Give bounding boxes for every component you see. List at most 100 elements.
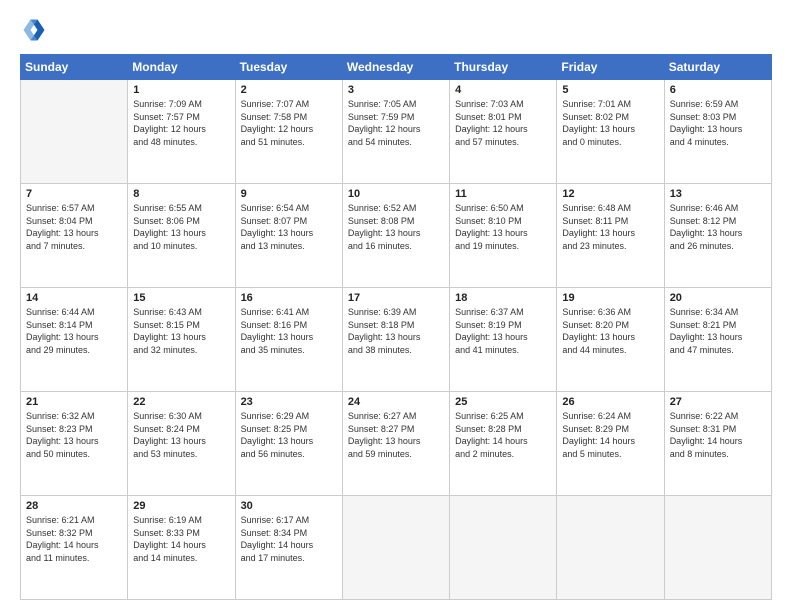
calendar-cell: 6 Sunrise: 6:59 AMSunset: 8:03 PMDaylight…: [664, 80, 771, 184]
calendar-cell: [21, 80, 128, 184]
calendar-cell: 15 Sunrise: 6:43 AMSunset: 8:15 PMDayligh…: [128, 288, 235, 392]
calendar-cell: 2Sunrise: 7:07 AMSunset: 7:58 PMDaylight…: [235, 80, 342, 184]
day-header-thursday: Thursday: [450, 55, 557, 80]
day-header-friday: Friday: [557, 55, 664, 80]
calendar-cell: 24 Sunrise: 6:27 AMSunset: 8:27 PMDayligh…: [342, 392, 449, 496]
calendar-cell: 3Sunrise: 7:05 AMSunset: 7:59 PMDaylight…: [342, 80, 449, 184]
day-info: Sunrise: 6:41 AMSunset: 8:16 PMDaylight:…: [241, 306, 337, 356]
day-number: 23: [241, 396, 337, 408]
day-info: Sunrise: 6:32 AMSunset: 8:23 PMDaylight:…: [26, 410, 122, 460]
day-info: Sunrise: 6:37 AMSunset: 8:19 PMDaylight:…: [455, 306, 551, 356]
calendar-cell: 27Sunrise: 6:22 AMSunset: 8:31 PMDayligh…: [664, 392, 771, 496]
day-info: Sunrise: 6:48 AMSunset: 8:11 PMDaylight:…: [562, 202, 658, 252]
day-info: Sunrise: 6:17 AMSunset: 8:34 PMDaylight:…: [241, 514, 337, 564]
day-header-tuesday: Tuesday: [235, 55, 342, 80]
week-row-3: 14 Sunrise: 6:44 AMSunset: 8:14 PMDayligh…: [21, 288, 772, 392]
day-number: 28: [26, 500, 122, 512]
calendar-cell: 29 Sunrise: 6:19 AMSunset: 8:33 PMDayligh…: [128, 496, 235, 600]
calendar-cell: 28 Sunrise: 6:21 AMSunset: 8:32 PMDayligh…: [21, 496, 128, 600]
day-info: Sunrise: 6:44 AMSunset: 8:14 PMDaylight:…: [26, 306, 122, 356]
calendar-cell: 23 Sunrise: 6:29 AMSunset: 8:25 PMDayligh…: [235, 392, 342, 496]
day-info: Sunrise: 6:50 AMSunset: 8:10 PMDaylight:…: [455, 202, 551, 252]
day-number: 11: [455, 188, 551, 200]
calendar-cell: 19Sunrise: 6:36 AMSunset: 8:20 PMDayligh…: [557, 288, 664, 392]
day-number: 16: [241, 292, 337, 304]
day-info: Sunrise: 6:52 AMSunset: 8:08 PMDaylight:…: [348, 202, 444, 252]
calendar-cell: 11 Sunrise: 6:50 AMSunset: 8:10 PMDayligh…: [450, 184, 557, 288]
logo: [20, 16, 52, 44]
calendar-cell: 1Sunrise: 7:09 AMSunset: 7:57 PMDaylight…: [128, 80, 235, 184]
calendar-cell: 5Sunrise: 7:01 AMSunset: 8:02 PMDaylight…: [557, 80, 664, 184]
day-info: Sunrise: 6:46 AMSunset: 8:12 PMDaylight:…: [670, 202, 766, 252]
day-number: 21: [26, 396, 122, 408]
day-number: 5: [562, 84, 658, 96]
logo-icon: [20, 16, 48, 44]
day-number: 30: [241, 500, 337, 512]
week-row-4: 21 Sunrise: 6:32 AMSunset: 8:23 PMDayligh…: [21, 392, 772, 496]
day-header-sunday: Sunday: [21, 55, 128, 80]
calendar-cell: 14 Sunrise: 6:44 AMSunset: 8:14 PMDayligh…: [21, 288, 128, 392]
week-row-2: 7 Sunrise: 6:57 AMSunset: 8:04 PMDaylight…: [21, 184, 772, 288]
day-info: Sunrise: 6:55 AMSunset: 8:06 PMDaylight:…: [133, 202, 229, 252]
day-info: Sunrise: 6:39 AMSunset: 8:18 PMDaylight:…: [348, 306, 444, 356]
calendar-cell: 26Sunrise: 6:24 AMSunset: 8:29 PMDayligh…: [557, 392, 664, 496]
week-row-1: 1Sunrise: 7:09 AMSunset: 7:57 PMDaylight…: [21, 80, 772, 184]
day-info: Sunrise: 6:29 AMSunset: 8:25 PMDaylight:…: [241, 410, 337, 460]
day-number: 2: [241, 84, 337, 96]
calendar-cell: 12 Sunrise: 6:48 AMSunset: 8:11 PMDayligh…: [557, 184, 664, 288]
calendar-cell: 8 Sunrise: 6:55 AMSunset: 8:06 PMDaylight…: [128, 184, 235, 288]
day-number: 12: [562, 188, 658, 200]
day-info: Sunrise: 6:36 AMSunset: 8:20 PMDaylight:…: [562, 306, 658, 356]
calendar-table: SundayMondayTuesdayWednesdayThursdayFrid…: [20, 54, 772, 600]
day-number: 20: [670, 292, 766, 304]
day-number: 10: [348, 188, 444, 200]
day-info: Sunrise: 6:25 AMSunset: 8:28 PMDaylight:…: [455, 410, 551, 460]
day-number: 7: [26, 188, 122, 200]
day-number: 26: [562, 396, 658, 408]
day-info: Sunrise: 6:27 AMSunset: 8:27 PMDaylight:…: [348, 410, 444, 460]
day-info: Sunrise: 7:03 AMSunset: 8:01 PMDaylight:…: [455, 98, 551, 148]
calendar-cell: [450, 496, 557, 600]
day-header-wednesday: Wednesday: [342, 55, 449, 80]
calendar-cell: 9Sunrise: 6:54 AMSunset: 8:07 PMDaylight…: [235, 184, 342, 288]
day-number: 22: [133, 396, 229, 408]
day-number: 4: [455, 84, 551, 96]
calendar-cell: 21 Sunrise: 6:32 AMSunset: 8:23 PMDayligh…: [21, 392, 128, 496]
day-info: Sunrise: 6:57 AMSunset: 8:04 PMDaylight:…: [26, 202, 122, 252]
week-row-5: 28 Sunrise: 6:21 AMSunset: 8:32 PMDayligh…: [21, 496, 772, 600]
day-number: 6: [670, 84, 766, 96]
day-number: 25: [455, 396, 551, 408]
day-number: 13: [670, 188, 766, 200]
day-info: Sunrise: 6:43 AMSunset: 8:15 PMDaylight:…: [133, 306, 229, 356]
day-number: 3: [348, 84, 444, 96]
day-info: Sunrise: 6:30 AMSunset: 8:24 PMDaylight:…: [133, 410, 229, 460]
calendar-cell: 16 Sunrise: 6:41 AMSunset: 8:16 PMDayligh…: [235, 288, 342, 392]
header: [20, 16, 772, 44]
calendar-cell: 30 Sunrise: 6:17 AMSunset: 8:34 PMDayligh…: [235, 496, 342, 600]
day-header-monday: Monday: [128, 55, 235, 80]
calendar-cell: 17 Sunrise: 6:39 AMSunset: 8:18 PMDayligh…: [342, 288, 449, 392]
page: SundayMondayTuesdayWednesdayThursdayFrid…: [0, 0, 792, 612]
day-number: 14: [26, 292, 122, 304]
day-number: 24: [348, 396, 444, 408]
day-info: Sunrise: 6:54 AMSunset: 8:07 PMDaylight:…: [241, 202, 337, 252]
day-number: 18: [455, 292, 551, 304]
day-number: 15: [133, 292, 229, 304]
day-number: 17: [348, 292, 444, 304]
day-info: Sunrise: 6:21 AMSunset: 8:32 PMDaylight:…: [26, 514, 122, 564]
calendar-cell: 20 Sunrise: 6:34 AMSunset: 8:21 PMDayligh…: [664, 288, 771, 392]
day-number: 8: [133, 188, 229, 200]
day-number: 29: [133, 500, 229, 512]
day-info: Sunrise: 6:59 AMSunset: 8:03 PMDaylight:…: [670, 98, 766, 148]
calendar-cell: 10 Sunrise: 6:52 AMSunset: 8:08 PMDayligh…: [342, 184, 449, 288]
calendar-cell: 25 Sunrise: 6:25 AMSunset: 8:28 PMDayligh…: [450, 392, 557, 496]
day-info: Sunrise: 6:19 AMSunset: 8:33 PMDaylight:…: [133, 514, 229, 564]
calendar-cell: 13 Sunrise: 6:46 AMSunset: 8:12 PMDayligh…: [664, 184, 771, 288]
calendar-cell: [557, 496, 664, 600]
day-info: Sunrise: 6:34 AMSunset: 8:21 PMDaylight:…: [670, 306, 766, 356]
day-number: 1: [133, 84, 229, 96]
day-number: 27: [670, 396, 766, 408]
header-row: SundayMondayTuesdayWednesdayThursdayFrid…: [21, 55, 772, 80]
calendar-cell: 22 Sunrise: 6:30 AMSunset: 8:24 PMDayligh…: [128, 392, 235, 496]
calendar-cell: 4 Sunrise: 7:03 AMSunset: 8:01 PMDaylight…: [450, 80, 557, 184]
